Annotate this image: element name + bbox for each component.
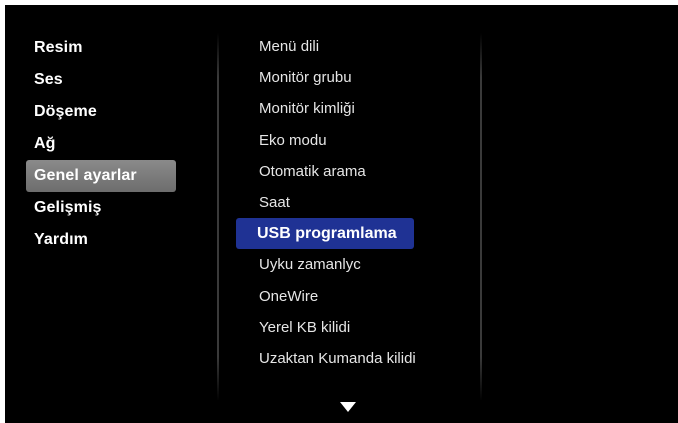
- column-divider-right: [480, 33, 482, 401]
- category-item-ses[interactable]: Ses: [26, 64, 176, 96]
- setting-item-onewire[interactable]: OneWire: [239, 281, 469, 312]
- setting-item-monitor-grubu[interactable]: Monitör grubu: [239, 62, 469, 93]
- category-item-gelismis[interactable]: Gelişmiş: [26, 192, 176, 224]
- setting-item-saat[interactable]: Saat: [239, 187, 469, 218]
- category-menu: Resim Ses Döşeme Ağ Genel ayarlar Gelişm…: [26, 32, 176, 256]
- setting-item-monitor-kimligi[interactable]: Monitör kimliği: [239, 93, 469, 124]
- category-item-genel-ayarlar[interactable]: Genel ayarlar: [26, 160, 176, 192]
- category-item-yardim[interactable]: Yardım: [26, 224, 176, 256]
- setting-item-uzaktan-kumanda-kilidi[interactable]: Uzaktan Kumanda kilidi: [239, 343, 469, 374]
- chevron-down-icon[interactable]: [340, 402, 356, 412]
- column-divider-left: [217, 33, 219, 401]
- category-item-resim[interactable]: Resim: [26, 32, 176, 64]
- osd-screen: Resim Ses Döşeme Ağ Genel ayarlar Gelişm…: [5, 5, 678, 423]
- category-item-doseme[interactable]: Döşeme: [26, 96, 176, 128]
- settings-menu: Menü dili Monitör grubu Monitör kimliği …: [236, 31, 469, 374]
- setting-item-eko-modu[interactable]: Eko modu: [239, 125, 469, 156]
- setting-item-menu-dili[interactable]: Menü dili: [239, 31, 469, 62]
- setting-item-otomatik-arama[interactable]: Otomatik arama: [239, 156, 469, 187]
- setting-item-usb-programlama[interactable]: USB programlama: [236, 218, 414, 250]
- setting-item-yerel-kb-kilidi[interactable]: Yerel KB kilidi: [239, 312, 469, 343]
- setting-item-uyku-zamanlayici[interactable]: Uyku zamanlyc: [239, 249, 469, 280]
- category-item-ag[interactable]: Ağ: [26, 128, 176, 160]
